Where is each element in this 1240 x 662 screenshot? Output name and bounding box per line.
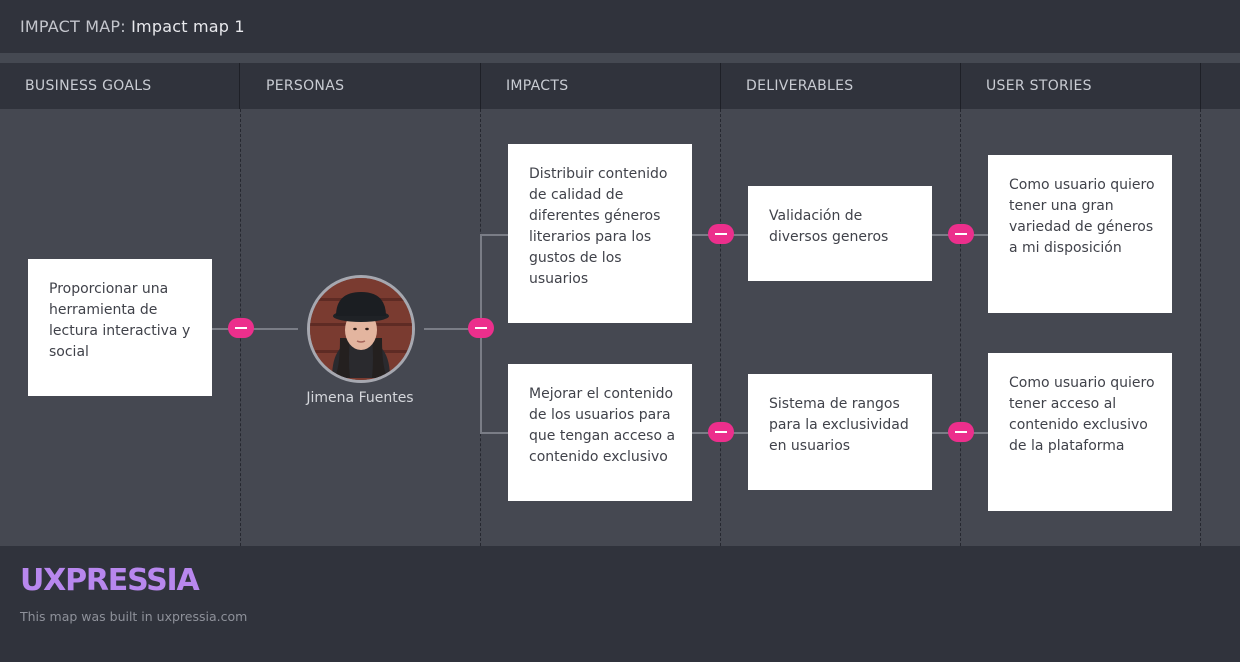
uxpressia-logo[interactable]: UXPRESSIA <box>20 563 200 598</box>
connector-line <box>480 432 508 434</box>
collapse-toggle-icon[interactable] <box>228 318 254 338</box>
deliverable-text: Validación de diversos generos <box>769 208 889 245</box>
user-story-card[interactable]: Como usuario quiero tener acceso al cont… <box>988 353 1172 511</box>
persona-avatar[interactable] <box>307 275 415 383</box>
column-header-personas[interactable]: PERSONAS <box>241 63 481 109</box>
column-divider <box>960 109 961 546</box>
column-header-row: BUSINESS GOALS PERSONAS IMPACTS DELIVERA… <box>0 63 1240 109</box>
impact-text: Mejorar el contenido de los usuarios par… <box>529 386 676 465</box>
map-name[interactable]: Impact map 1 <box>131 17 245 36</box>
impact-card[interactable]: Mejorar el contenido de los usuarios par… <box>508 364 692 501</box>
deliverable-card[interactable]: Validación de diversos generos <box>748 186 932 281</box>
column-header-deliverables[interactable]: DELIVERABLES <box>721 63 961 109</box>
user-story-text: Como usuario quiero tener acceso al cont… <box>1009 375 1155 454</box>
divider-strip <box>0 53 1240 63</box>
column-divider <box>1200 109 1201 546</box>
connector-line <box>212 328 298 330</box>
column-divider <box>720 109 721 546</box>
impact-text: Distribuir contenido de calidad de difer… <box>529 166 668 287</box>
persona-name[interactable]: Jimena Fuentes <box>300 388 420 409</box>
impact-card[interactable]: Distribuir contenido de calidad de difer… <box>508 144 692 323</box>
user-story-card[interactable]: Como usuario quiero tener una gran varie… <box>988 155 1172 313</box>
deliverable-text: Sistema de rangos para la exclusividad e… <box>769 396 909 454</box>
business-goal-card[interactable]: Proporcionar una herramienta de lectura … <box>28 259 212 396</box>
person-photo-icon <box>310 278 412 380</box>
collapse-toggle-icon[interactable] <box>708 224 734 244</box>
deliverable-card[interactable]: Sistema de rangos para la exclusividad e… <box>748 374 932 490</box>
column-header-impacts[interactable]: IMPACTS <box>481 63 721 109</box>
column-header-user-stories[interactable]: USER STORIES <box>961 63 1201 109</box>
built-with-text[interactable]: This map was built in uxpressia.com <box>20 609 247 624</box>
collapse-toggle-icon[interactable] <box>468 318 494 338</box>
business-goal-text: Proporcionar una herramienta de lectura … <box>49 281 191 360</box>
collapse-toggle-icon[interactable] <box>948 224 974 244</box>
connector-line <box>480 234 508 236</box>
page-title: IMPACT MAP: Impact map 1 <box>20 17 245 36</box>
top-bar: IMPACT MAP: Impact map 1 <box>0 0 1240 53</box>
column-header-business-goals[interactable]: BUSINESS GOALS <box>0 63 240 109</box>
title-prefix: IMPACT MAP: <box>20 17 126 36</box>
user-story-text: Como usuario quiero tener una gran varie… <box>1009 177 1155 256</box>
collapse-toggle-icon[interactable] <box>708 422 734 442</box>
collapse-toggle-icon[interactable] <box>948 422 974 442</box>
